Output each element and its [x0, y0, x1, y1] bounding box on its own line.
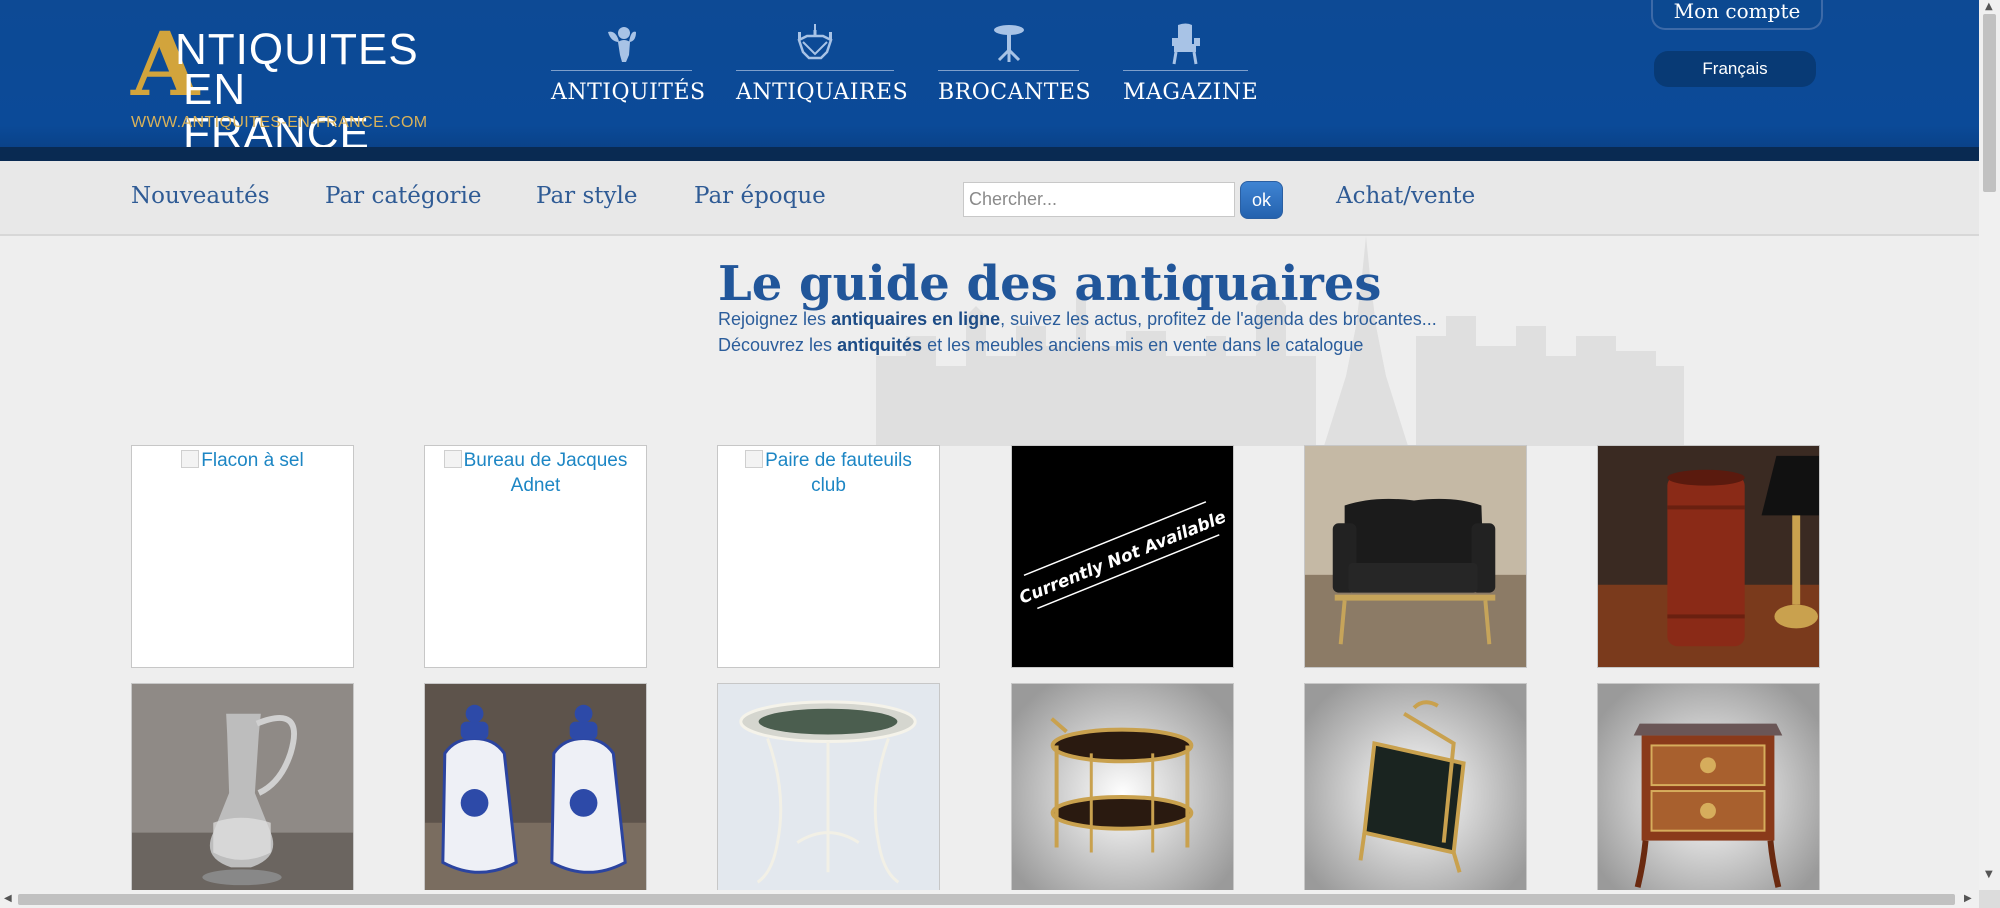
- chandelier-icon: [797, 24, 833, 60]
- logo-url: WWW.ANTIQUITES-EN-FRANCE.COM: [131, 114, 428, 131]
- header-bottom-strip: [0, 147, 1979, 161]
- product-card[interactable]: [1304, 445, 1527, 668]
- page-title: Le guide des antiquaires: [718, 256, 1382, 312]
- search-input[interactable]: [963, 182, 1235, 217]
- product-card[interactable]: [1597, 683, 1820, 906]
- nav-brocantes[interactable]: BROCANTES: [938, 22, 1092, 112]
- intro-text: , suivez les actus, profitez de l'agenda…: [1000, 309, 1437, 329]
- gueridon-table-icon: [993, 25, 1024, 62]
- product-photo-magazine-rack: [1305, 684, 1526, 905]
- intro-text: et les meubles anciens mis en vente dans…: [922, 335, 1364, 355]
- scroll-left-icon[interactable]: ◀: [4, 894, 12, 904]
- product-card[interactable]: [131, 683, 354, 906]
- scroll-right-icon[interactable]: ▶: [1964, 894, 1972, 904]
- scrollbar-corner: [1979, 890, 2000, 908]
- horizontal-scroll-thumb[interactable]: [18, 894, 1955, 905]
- product-photo-delft-jars: [425, 684, 646, 905]
- nav-antiquites-label: ANTIQUITÉS: [551, 80, 706, 105]
- link-par-style[interactable]: Par style: [536, 183, 637, 209]
- scroll-up-icon[interactable]: ▲: [1985, 2, 1993, 12]
- product-card[interactable]: [424, 683, 647, 906]
- vertical-scroll-thumb[interactable]: [1983, 14, 1996, 192]
- nav-brocantes-label: BROCANTES: [938, 80, 1092, 105]
- language-selector[interactable]: Français: [1654, 51, 1816, 87]
- broken-image-alt: Paire de fauteuils club: [718, 446, 939, 500]
- nav-magazine[interactable]: MAGAZINE: [1123, 22, 1259, 112]
- intro-link-antiquites[interactable]: antiquités: [837, 335, 922, 355]
- product-photo-trolley: [1012, 684, 1233, 905]
- search-ok-button[interactable]: ok: [1240, 181, 1283, 219]
- nav-antiquaires[interactable]: ANTIQUAIRES: [736, 22, 909, 112]
- intro-text: Découvrez les: [718, 335, 838, 355]
- vertical-scrollbar[interactable]: ▲ ▼: [1979, 0, 2000, 890]
- product-photo-vase-lamp: [1598, 446, 1819, 667]
- link-par-categorie[interactable]: Par catégorie: [325, 183, 481, 209]
- link-par-epoque[interactable]: Par époque: [694, 183, 826, 209]
- site-logo[interactable]: A NTIQUITES EN FRANCE WWW.ANTIQUITES-EN-…: [131, 20, 435, 156]
- nav-divider: [1123, 70, 1248, 71]
- intro-line-2: Découvrez les antiquités et les meubles …: [718, 335, 1363, 356]
- product-photo-wire-stand: [718, 684, 939, 905]
- horizontal-scrollbar[interactable]: ◀ ▶: [0, 890, 1979, 908]
- intro-link-antiquaires-en-ligne[interactable]: antiquaires en ligne: [831, 309, 1000, 329]
- product-photo-claret-jug: [132, 684, 353, 905]
- product-card[interactable]: [1597, 445, 1820, 668]
- link-achat-vente[interactable]: Achat/vente: [1336, 183, 1475, 209]
- product-card[interactable]: Bureau de Jacques Adnet: [424, 445, 647, 668]
- nav-antiquaires-label: ANTIQUAIRES: [736, 80, 909, 105]
- intro-line-1: Rejoignez les antiquaires en ligne, suiv…: [718, 309, 1437, 330]
- product-card[interactable]: [717, 683, 940, 906]
- unavailable-image: Currently Not Available: [1012, 446, 1233, 667]
- link-nouveautes[interactable]: Nouveautés: [131, 183, 270, 209]
- product-photo-commode: [1598, 684, 1819, 905]
- logo-line-2: EN FRANCE: [183, 65, 370, 158]
- product-card[interactable]: Flacon à sel: [131, 445, 354, 668]
- nav-divider: [736, 70, 894, 71]
- intro-text: Rejoignez les: [718, 309, 832, 329]
- nav-antiquites[interactable]: ANTIQUITÉS: [551, 22, 706, 112]
- nav-divider: [938, 70, 1079, 71]
- cherub-icon: [607, 27, 636, 62]
- nav-divider: [551, 70, 692, 71]
- secondary-nav: Nouveautés Par catégorie Par style Par é…: [0, 161, 1979, 236]
- product-card[interactable]: Paire de fauteuils club: [717, 445, 940, 668]
- my-account-button[interactable]: Mon compte: [1651, 0, 1823, 30]
- product-card[interactable]: Currently Not Available: [1011, 445, 1234, 668]
- broken-image-alt: Flacon à sel: [132, 446, 353, 475]
- product-card[interactable]: [1011, 683, 1234, 906]
- nav-magazine-label: MAGAZINE: [1123, 80, 1259, 105]
- scroll-down-icon[interactable]: ▼: [1985, 870, 1993, 880]
- armchair-icon: [1171, 23, 1200, 65]
- site-header: A NTIQUITES EN FRANCE WWW.ANTIQUITES-EN-…: [0, 0, 1979, 161]
- product-card[interactable]: [1304, 683, 1527, 906]
- product-photo-sofa: [1305, 446, 1526, 667]
- broken-image-alt: Bureau de Jacques Adnet: [425, 446, 646, 500]
